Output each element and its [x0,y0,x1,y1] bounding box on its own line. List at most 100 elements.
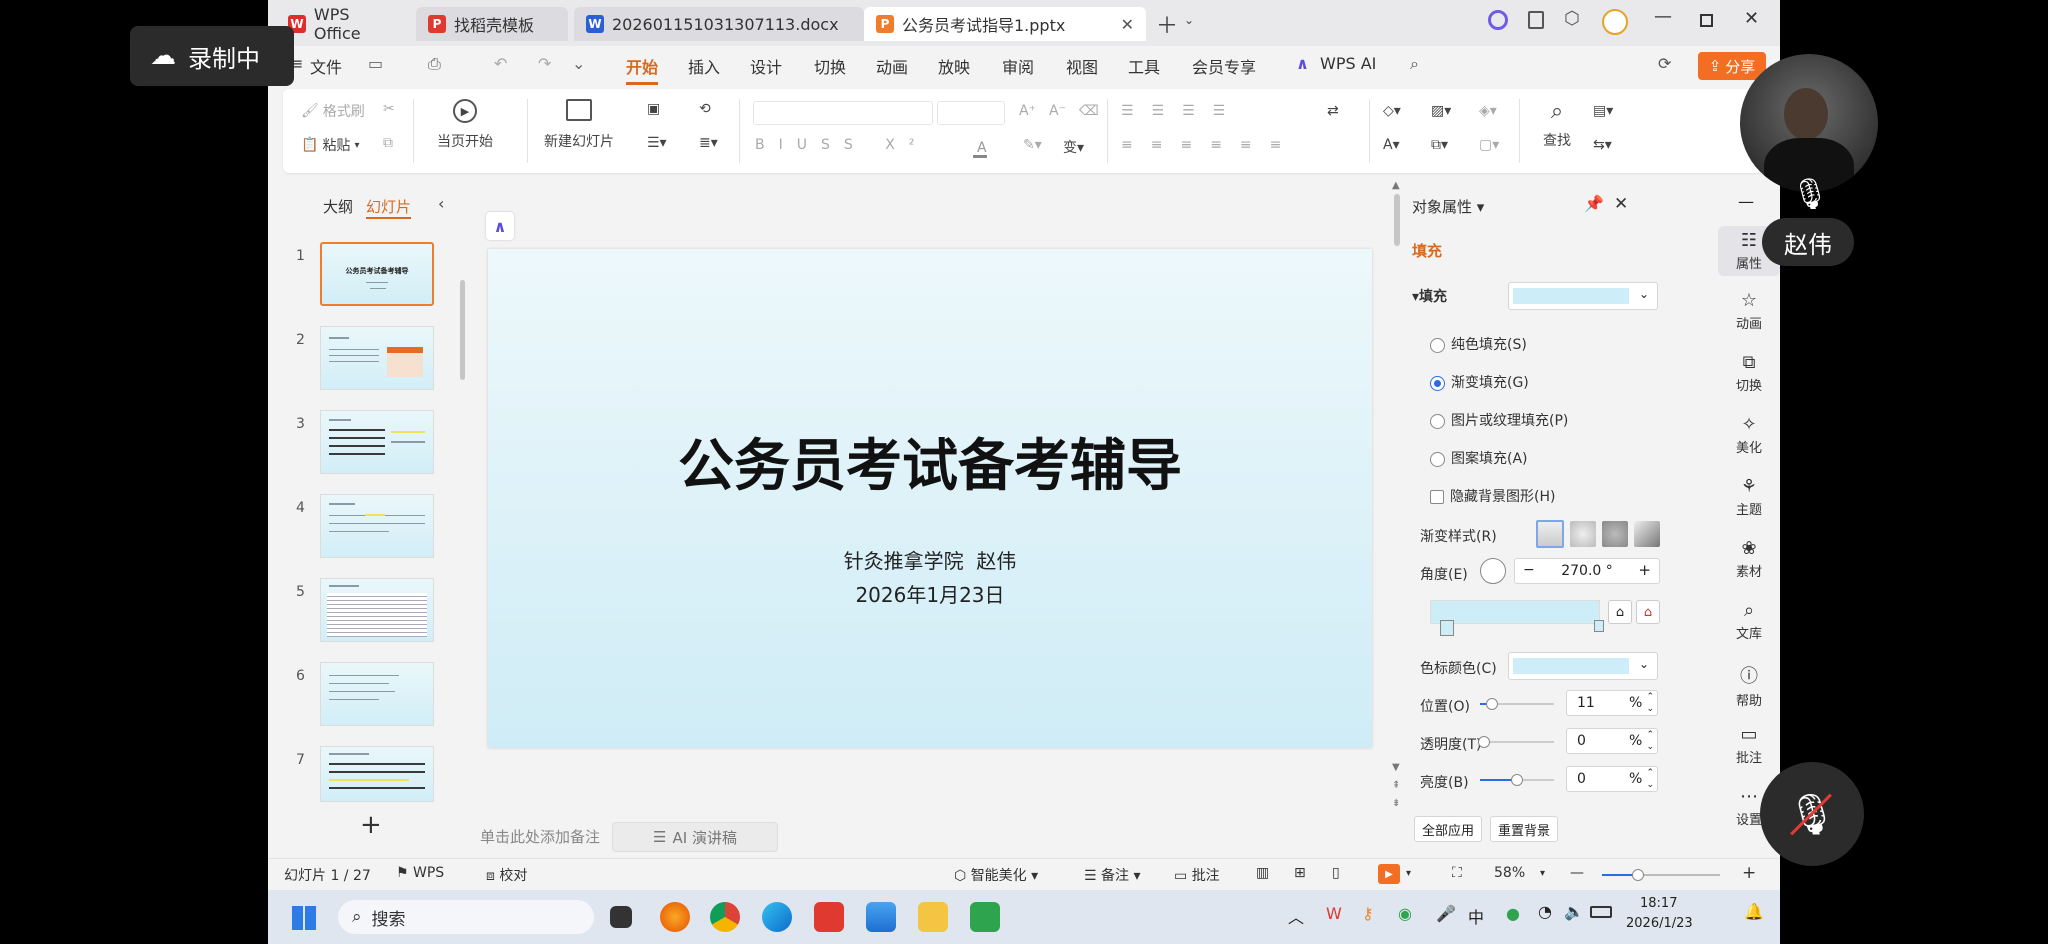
copilot-icon[interactable] [1488,10,1508,30]
window-icon[interactable] [1528,11,1544,29]
char-spacing-icon[interactable]: 变▾ [1063,137,1084,157]
sidebar-item-comment[interactable]: ▭ 批注 [1718,724,1780,766]
brightness-input[interactable]: 0 % ⌃ ⌄ [1566,766,1658,792]
outline-icon[interactable]: ▢▾ [1479,137,1499,153]
slide-title[interactable]: 公务员考试备考辅导 [488,421,1372,502]
gradient-style-path[interactable] [1634,521,1660,547]
wps-ai-float-icon[interactable]: ∧ [486,212,514,240]
font-name-select[interactable] [753,101,933,125]
clock-time[interactable]: 18:17 [1640,896,1677,911]
menu-insert[interactable]: 插入 [688,54,720,78]
font-color-icon[interactable]: A [972,137,987,158]
slide-thumbnail-6[interactable] [320,662,434,726]
sync-icon[interactable]: ⟳ [1658,54,1671,73]
ai-speech-button[interactable]: ☰ AI 演讲稿 [612,822,778,852]
menu-review[interactable]: 审阅 [1002,54,1034,78]
apply-all-button[interactable]: 全部应用 [1414,816,1482,842]
paragraph-icons-bottom[interactable]: ≡≡≡≡≡≡ [1121,137,1299,153]
solid-fill-radio[interactable]: 纯色填充(S) [1430,334,1527,354]
slide-subtitle-author[interactable]: 针灸推拿学院 赵伟 [488,545,1372,574]
slide-counter[interactable]: 幻灯片 1 / 27 [284,865,371,885]
notes-placeholder[interactable]: 单击此处添加备注 [480,826,600,847]
transparency-slider-thumb[interactable] [1478,736,1490,748]
sidebar-item-theme[interactable]: ⚘ 主题 [1718,476,1780,518]
mic-icon[interactable]: 🎙 [1790,174,1830,214]
gradient-fill-radio[interactable]: 渐变填充(G) [1430,372,1529,392]
slideshow-play-button[interactable]: ▶ [1378,864,1400,884]
slide-subtitle-date[interactable]: 2026年1月23日 [488,579,1372,608]
restore-icon[interactable] [1700,14,1713,27]
green-app-icon[interactable] [970,902,1000,932]
search-icon[interactable]: ⌕ [1410,54,1419,74]
collapse-pane-icon[interactable]: ‹ [438,194,444,213]
notification-icon[interactable]: 🔔 [1744,902,1764,921]
slide-thumbnail-4[interactable] [320,494,434,558]
file-explorer-icon[interactable] [918,902,948,932]
sidebar-item-animation[interactable]: ☆ 动画 [1718,290,1780,332]
section-icon[interactable]: ☰▾ [647,135,667,151]
clear-format-icon[interactable]: ⌫ [1079,103,1099,119]
tab-template[interactable]: P 找稻壳模板 [416,7,568,41]
transparency-input[interactable]: 0 % ⌃ ⌄ [1566,728,1658,754]
cut-icon[interactable]: ✂ [383,101,395,117]
position-input[interactable]: 11 % ⌃ ⌄ [1566,690,1658,716]
undo-icon[interactable]: ↶ [494,54,507,73]
font-shrink-icon[interactable]: A⁻ [1049,103,1066,119]
sorter-view-icon[interactable]: ⊞ [1294,865,1306,881]
shape-icon[interactable]: ◇▾ [1383,103,1401,119]
gradient-stop-2[interactable] [1594,620,1604,632]
plus-icon[interactable]: + [1638,561,1651,579]
menu-wps-ai[interactable]: WPS AI [1320,54,1376,73]
avatar[interactable] [1602,9,1628,35]
collapse-sidebar-icon[interactable]: — [1738,192,1754,211]
scroll-down-icon[interactable]: ▼ [1392,762,1400,773]
layout-icon[interactable]: ▣ [647,101,660,117]
app-tray-icon[interactable]: ● [1506,904,1520,923]
new-slide-button[interactable]: 新建幻灯片 [527,99,631,151]
close-pane-icon[interactable]: ✕ [1614,194,1628,214]
wifi-icon[interactable]: ◔ [1538,902,1552,921]
tab-fill[interactable]: 填充 [1412,240,1442,261]
highlight-icon[interactable]: ✎▾ [1023,137,1042,153]
play-from-current-button[interactable]: ▶ 当页开始 [413,99,517,151]
zoom-in-icon[interactable]: + [1742,863,1756,883]
mic-muted-button[interactable]: 🎙 [1760,762,1864,866]
close-tab-icon[interactable]: ✕ [1121,15,1134,34]
minimize-icon[interactable]: — [1654,6,1672,27]
gradient-stop-1[interactable] [1440,620,1454,636]
reset-background-button[interactable]: 重置背景 [1490,816,1558,842]
menu-animation[interactable]: 动画 [876,54,908,78]
chrome-icon[interactable] [710,902,740,932]
tab-pptx-active[interactable]: P 公务员考试指导1.pptx ✕ [864,7,1146,41]
gradient-style-linear[interactable] [1536,520,1564,548]
arrange-icon[interactable]: ≣▾ [699,135,718,151]
key-tray-icon[interactable]: ⚷ [1362,904,1374,923]
menu-file[interactable]: 文件 [310,54,342,78]
menu-member[interactable]: 会员专享 [1192,54,1256,78]
menu-view[interactable]: 视图 [1066,54,1098,78]
wps-tray-icon[interactable]: W [1326,904,1342,923]
sidebar-item-transition[interactable]: ⧉ 切换 [1718,352,1780,394]
volume-icon[interactable]: 🔈 [1564,902,1584,921]
font-size-select[interactable] [937,101,1005,125]
add-stop-icon[interactable]: ⌂ [1608,600,1632,624]
gradient-bar[interactable] [1430,600,1600,624]
new-tab-icon[interactable]: ＋ [1156,8,1178,40]
menu-home[interactable]: 开始 [626,54,659,85]
zoom-out-icon[interactable]: — [1570,865,1584,881]
play-options-icon[interactable]: ▾ [1406,868,1411,879]
slide-thumbnail-1[interactable]: 公务员考试备考辅导 [320,242,434,306]
pin-icon[interactable]: 📌 [1584,194,1604,213]
sidebar-item-beautify[interactable]: ✧ 美化 [1718,414,1780,456]
spinner-icon[interactable]: ⌃ ⌄ [1646,767,1654,791]
spinner-icon[interactable]: ⌃ ⌄ [1646,691,1654,715]
hide-bg-checkbox[interactable]: 隐藏背景图形(H) [1430,486,1555,506]
zoom-dropdown-icon[interactable]: ▾ [1540,868,1545,879]
proofread-button[interactable]: ⧈ 校对 [486,865,527,885]
brightness-slider-thumb[interactable] [1511,774,1523,786]
tab-outline[interactable]: 大纲 [323,196,353,217]
zoom-level[interactable]: 58% [1494,865,1525,881]
paragraph-icons-top[interactable]: ☰☰☰☰ [1121,103,1243,119]
thumb-scrollbar[interactable] [460,280,465,380]
tab-docx[interactable]: W 202601151031307113.docx [574,7,864,41]
